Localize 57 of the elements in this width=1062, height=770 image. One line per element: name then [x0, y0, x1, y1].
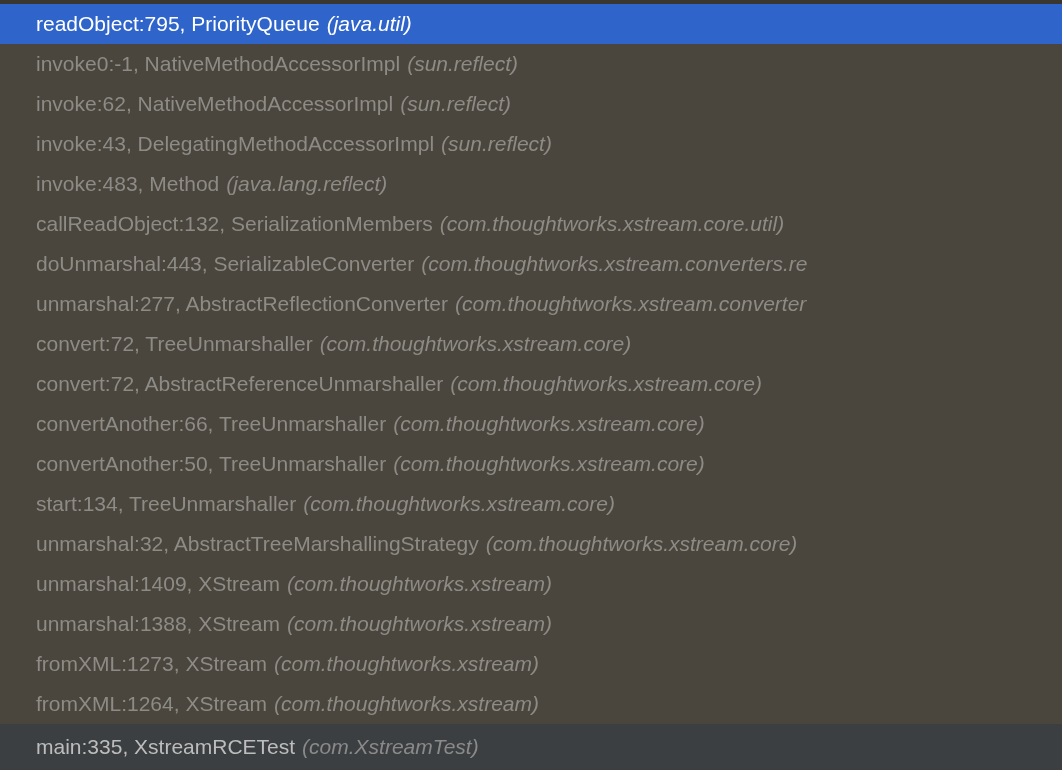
stack-frame-row[interactable]: fromXML:1264, XStream (com.thoughtworks.xstream) [0, 684, 1062, 724]
frame-package: (com.thoughtworks.xstream.core) [303, 492, 615, 516]
frame-method: fromXML:1273, XStream [36, 652, 268, 676]
frame-method: invoke0:-1, NativeMethodAccessorImpl [36, 52, 401, 76]
frame-package: (sun.reflect) [441, 132, 552, 156]
stack-frame-row[interactable]: invoke0:-1, NativeMethodAccessorImpl (sun.reflect) [0, 44, 1062, 84]
frame-package: (com.thoughtworks.xstream) [274, 652, 539, 676]
stack-frame-row[interactable]: convert:72, AbstractReferenceUnmarshaller (com.thoughtworks.xstream.core) [0, 364, 1062, 404]
stack-frame-row[interactable]: unmarshal:1409, XStream (com.thoughtworks.xstream) [0, 564, 1062, 604]
frame-package: (com.thoughtworks.xstream.core) [319, 332, 632, 356]
frame-package: (com.thoughtworks.xstream.core) [450, 372, 762, 396]
stack-frame-row[interactable]: unmarshal:1388, XStream (com.thoughtworks.xstream) [0, 604, 1062, 644]
frame-package: (com.thoughtworks.xstream.core) [393, 412, 705, 436]
frame-package: (com.XstreamTest) [302, 735, 479, 759]
stack-frame-row[interactable]: doUnmarshal:443, SerializableConverter (com.thoughtworks.xstream.converters.re [0, 244, 1062, 284]
frame-method: invoke:483, Method [36, 172, 220, 196]
stack-frame-row[interactable]: readObject:795, PriorityQueue (java.util) [0, 4, 1062, 44]
frame-method: convert:72, AbstractReferenceUnmarshaller [36, 372, 444, 396]
stack-frame-row[interactable]: unmarshal:32, AbstractTreeMarshallingStrategy (com.thoughtworks.xstream.core) [0, 524, 1062, 564]
frame-method: callReadObject:132, SerializationMembers [36, 212, 433, 236]
frame-method: invoke:62, NativeMethodAccessorImpl [36, 92, 394, 116]
frame-method: unmarshal:277, AbstractReflectionConverter [36, 292, 449, 316]
frame-method: convert:72, TreeUnmarshaller [36, 332, 313, 356]
frame-package: (com.thoughtworks.xstream) [286, 572, 552, 596]
frame-method: convertAnother:66, TreeUnmarshaller [36, 412, 387, 436]
stack-frame-row[interactable]: unmarshal:277, AbstractReflectionConverter (com.thoughtworks.xstream.converter [0, 284, 1062, 324]
frame-package: (com.thoughtworks.xstream) [274, 692, 539, 716]
frame-method: readObject:795, PriorityQueue [36, 12, 320, 36]
stack-frame-row[interactable]: callReadObject:132, SerializationMembers (com.thoughtworks.xstream.core.util) [0, 204, 1062, 244]
frame-package: (com.thoughtworks.xstream.core) [485, 532, 798, 556]
stack-frame-row[interactable]: fromXML:1273, XStream (com.thoughtworks.xstream) [0, 644, 1062, 684]
frame-method: main:335, XstreamRCETest [36, 735, 296, 759]
frame-method: invoke:43, DelegatingMethodAccessorImpl [36, 132, 435, 156]
frame-package: (sun.reflect) [400, 92, 512, 116]
stack-frame-row[interactable]: invoke:43, DelegatingMethodAccessorImpl (sun.reflect) [0, 124, 1062, 164]
stack-frame-row[interactable]: invoke:483, Method (java.lang.reflect) [0, 164, 1062, 204]
stack-frame-row[interactable]: start:134, TreeUnmarshaller (com.thoughtworks.xstream.core) [0, 484, 1062, 524]
stack-frame-row[interactable]: convert:72, TreeUnmarshaller (com.thoughtworks.xstream.core) [0, 324, 1062, 364]
frame-package: (java.util) [326, 12, 412, 36]
frame-package: (com.thoughtworks.xstream.core) [393, 452, 705, 476]
frame-method: convertAnother:50, TreeUnmarshaller [36, 452, 387, 476]
frame-method: start:134, TreeUnmarshaller [36, 492, 297, 516]
frame-method: unmarshal:32, AbstractTreeMarshallingStrategy [36, 532, 479, 556]
frame-method: doUnmarshal:443, SerializableConverter [36, 252, 415, 276]
frame-package: (com.thoughtworks.xstream.converters.re [421, 252, 808, 276]
frame-method: unmarshal:1409, XStream [36, 572, 280, 596]
stack-frame-row[interactable]: convertAnother:50, TreeUnmarshaller (com.thoughtworks.xstream.core) [0, 444, 1062, 484]
frame-package: (com.thoughtworks.xstream.converter [455, 292, 807, 316]
frame-package: (java.lang.reflect) [226, 172, 388, 196]
frame-method: fromXML:1264, XStream [36, 692, 268, 716]
stack-frame-row[interactable]: convertAnother:66, TreeUnmarshaller (com.thoughtworks.xstream.core) [0, 404, 1062, 444]
stack-frame-row[interactable]: invoke:62, NativeMethodAccessorImpl (sun.reflect) [0, 84, 1062, 124]
frame-package: (sun.reflect) [407, 52, 519, 76]
frame-method: unmarshal:1388, XStream [36, 612, 280, 636]
frame-package: (com.thoughtworks.xstream) [286, 612, 552, 636]
stack-frame-row[interactable]: main:335, XstreamRCETest (com.XstreamTest) [0, 724, 1062, 770]
frame-package: (com.thoughtworks.xstream.core.util) [439, 212, 785, 236]
